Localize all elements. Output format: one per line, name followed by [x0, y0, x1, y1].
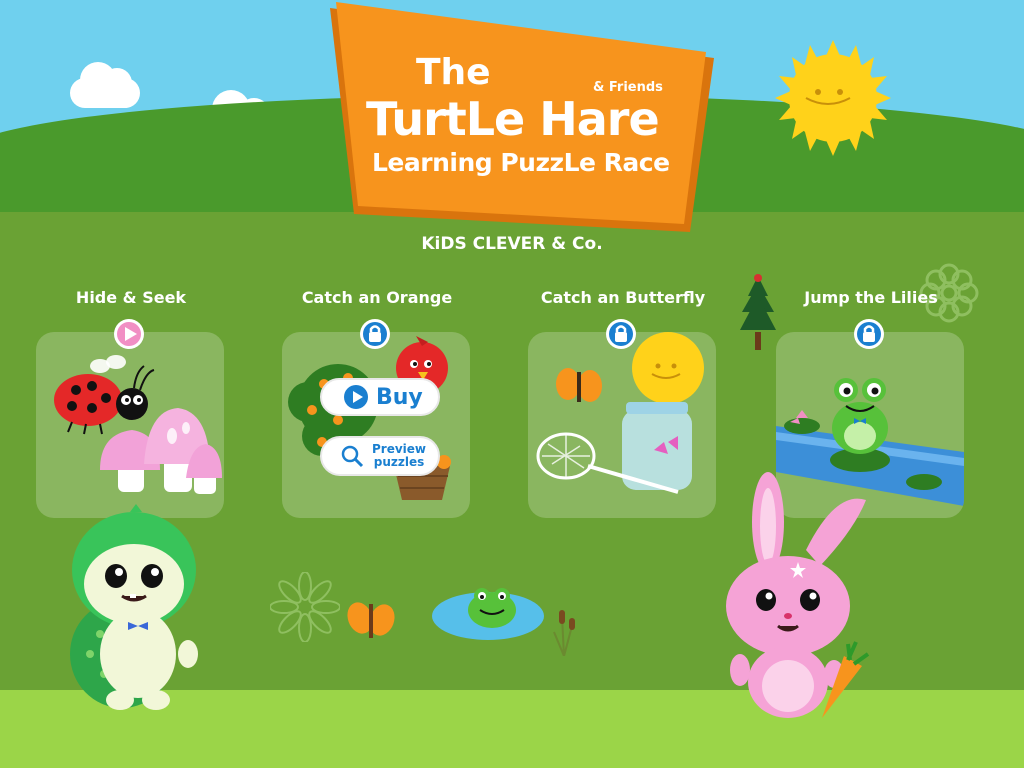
lock-icon[interactable]: [853, 318, 885, 350]
game-title: Catch an Orange: [301, 288, 453, 307]
publisher-name: KiDS CLEVER & Co.: [421, 234, 603, 254]
butterfly-icon: [347, 602, 395, 638]
game-card[interactable]: Buy Preview puzzles: [282, 332, 470, 518]
ladybug-mushrooms-illustration: [54, 355, 222, 494]
game-title: Catch an Butterfly: [540, 288, 706, 307]
game-card[interactable]: [36, 332, 224, 518]
butterfly-net-jar-illustration: [536, 332, 704, 494]
game-card[interactable]: [528, 332, 716, 518]
orange-tree-bird-basket-illustration: [288, 336, 451, 500]
game-catch-an-orange[interactable]: Catch an Orange Buy Preview puzzles: [282, 288, 472, 520]
play-circle-icon: [344, 385, 368, 409]
preview-label: Preview puzzles: [371, 442, 426, 469]
flower-outline-icon: [270, 572, 340, 642]
buy-label: Buy: [376, 384, 423, 410]
title-text: The & Friends TurtLe Hare Learning PuzzL…: [330, 0, 714, 236]
pond-frog-icon: [432, 588, 544, 640]
buy-button[interactable]: Buy: [320, 378, 440, 416]
game-hide-and-seek[interactable]: Hide & Seek: [36, 288, 226, 520]
preview-puzzles-button[interactable]: Preview puzzles: [320, 436, 440, 476]
game-catch-an-butterfly[interactable]: Catch an Butterfly: [528, 288, 718, 520]
bunny-character[interactable]: [716, 470, 876, 720]
turtle-character[interactable]: [60, 504, 210, 714]
title-screen: The & Friends TurtLe Hare Learning PuzzL…: [0, 0, 1024, 768]
title-main: TurtLe Hare: [366, 92, 660, 146]
play-icon[interactable]: [113, 318, 145, 350]
pine-tree-icon: [740, 274, 776, 350]
title-the: The: [416, 52, 491, 93]
magnifier-icon: [341, 445, 364, 468]
game-title: Jump the Lilies: [804, 288, 938, 307]
cloud-icon: [70, 62, 140, 108]
cattail-icon: [553, 610, 575, 656]
lock-icon[interactable]: [359, 318, 391, 350]
game-title: Hide & Seek: [75, 288, 187, 307]
lock-icon[interactable]: [605, 318, 637, 350]
sun-icon: [775, 40, 891, 156]
title-subtitle: Learning PuzzLe Race: [372, 148, 670, 177]
